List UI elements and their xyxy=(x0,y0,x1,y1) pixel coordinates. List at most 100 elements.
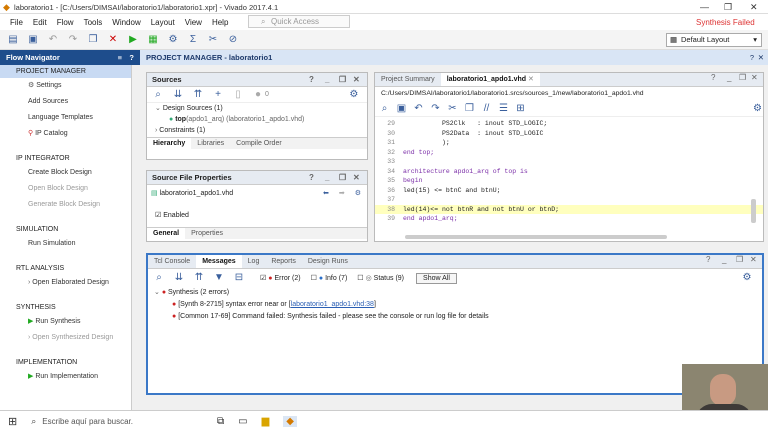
menu-window[interactable]: Window xyxy=(112,18,140,27)
message-group-synthesis[interactable]: ⌄ ● Synthesis (2 errors) xyxy=(148,287,762,299)
gear-icon[interactable]: ⚙ xyxy=(347,88,361,102)
undo-icon[interactable]: ↶ xyxy=(46,33,60,47)
file-explorer-icon[interactable]: ▆ xyxy=(262,416,270,427)
copy-icon[interactable]: ❐ xyxy=(464,102,475,116)
filter-icon[interactable]: ▼ xyxy=(212,271,226,285)
disconnect-icon[interactable]: ⊘ xyxy=(226,33,240,47)
menu-tools[interactable]: Tools xyxy=(84,18,103,27)
tab-messages[interactable]: Messages xyxy=(196,255,242,268)
undo-icon[interactable]: ↶ xyxy=(413,102,424,116)
gear-icon[interactable]: ⚙ xyxy=(355,189,361,197)
tree-top-module[interactable]: ● top(apdo1_arq) (laboratorio1_apdo1.vhd… xyxy=(147,114,367,125)
nav-generate-block-design[interactable]: Generate Block Design xyxy=(0,197,131,213)
error-checkbox[interactable]: ☑ xyxy=(260,274,266,282)
expand-all-icon[interactable]: ⇈ xyxy=(191,88,205,102)
cut-icon[interactable]: ✂ xyxy=(447,102,458,116)
minimize-icon[interactable]: _ xyxy=(727,73,731,82)
clear-icon[interactable]: ⊟ xyxy=(232,271,246,285)
enabled-checkbox[interactable]: ☑ xyxy=(155,212,161,219)
info-checkbox[interactable]: ☐ xyxy=(311,274,317,282)
message-item[interactable]: ● [Synth 8-2715] syntax error near or [l… xyxy=(148,299,762,311)
vertical-scrollbar[interactable] xyxy=(751,199,756,223)
add-icon[interactable]: + xyxy=(211,88,225,102)
search-icon[interactable]: ⌕ xyxy=(152,271,166,285)
close-icon[interactable]: ✕ xyxy=(750,255,757,264)
nav-create-block-design[interactable]: Create Block Design xyxy=(0,165,131,181)
code-editor[interactable]: 29 PS2Clk : inout STD_LOGIC; 30 PS2Data … xyxy=(375,117,763,223)
gear-icon[interactable]: ⚙ xyxy=(740,271,754,285)
help-icon[interactable]: ? xyxy=(309,73,314,87)
help-icon[interactable]: ? xyxy=(706,255,710,264)
section-project-manager[interactable]: PROJECT MANAGER xyxy=(0,65,131,78)
section-ip-integrator[interactable]: IP INTEGRATOR xyxy=(0,152,131,165)
tab-design-runs[interactable]: Design Runs xyxy=(302,255,354,268)
nav-ip-catalog[interactable]: ⚲ IP Catalog xyxy=(0,126,131,142)
close-icon[interactable]: ✕ xyxy=(758,50,764,65)
nav-run-implementation[interactable]: ▶ Run Implementation xyxy=(0,369,131,385)
help-icon[interactable]: ? xyxy=(750,50,754,65)
section-rtl-analysis[interactable]: RTL ANALYSIS xyxy=(0,262,131,275)
source-link[interactable]: laboratorio1_apdo1.vhd:38 xyxy=(291,301,374,308)
menu-layout[interactable]: Layout xyxy=(151,18,175,27)
collapse-all-icon[interactable]: ⇊ xyxy=(171,88,185,102)
section-simulation[interactable]: SIMULATION xyxy=(0,223,131,236)
windows-start-icon[interactable]: ⊞ xyxy=(8,415,17,428)
nav-settings[interactable]: ⚙ Settings xyxy=(0,78,131,94)
nav-run-synthesis[interactable]: ▶ Run Synthesis xyxy=(0,314,131,330)
search-icon[interactable]: ⌕ xyxy=(379,102,390,116)
insert-template-icon[interactable]: ⊞ xyxy=(515,102,526,116)
maximize-icon[interactable]: ❐ xyxy=(724,2,732,13)
list-icon[interactable]: ☰ xyxy=(498,102,509,116)
close-icon[interactable]: ✕ xyxy=(750,2,758,13)
restore-icon[interactable]: ❐ xyxy=(339,171,346,185)
horizontal-scrollbar[interactable] xyxy=(405,235,667,239)
minimize-icon[interactable]: — xyxy=(700,2,709,12)
search-icon[interactable]: ⌕ xyxy=(31,416,36,427)
save-icon[interactable]: ▣ xyxy=(26,33,40,47)
help-icon[interactable]: ? xyxy=(129,50,134,65)
redo-icon[interactable]: ↷ xyxy=(430,102,441,116)
document-icon[interactable]: ▯ xyxy=(231,88,245,102)
collapse-icon[interactable]: ≡ xyxy=(118,50,122,65)
cut-icon[interactable]: ✂ xyxy=(206,33,220,47)
comment-icon[interactable]: // xyxy=(481,102,492,116)
menu-file[interactable]: File xyxy=(10,18,23,27)
close-tab-icon[interactable]: ✕ xyxy=(528,76,534,83)
nav-open-synthesized-design[interactable]: › Open Synthesized Design xyxy=(0,330,131,346)
copy-icon[interactable]: ❐ xyxy=(86,33,100,47)
nav-open-elaborated-design[interactable]: › Open Elaborated Design xyxy=(0,275,131,291)
save-icon[interactable]: ▣ xyxy=(396,102,407,116)
forward-arrow-icon[interactable]: ➡ xyxy=(339,189,345,197)
close-icon[interactable]: ✕ xyxy=(353,171,360,185)
close-icon[interactable]: ✕ xyxy=(353,73,360,87)
collapse-all-icon[interactable]: ⇊ xyxy=(172,271,186,285)
tab-libraries[interactable]: Libraries xyxy=(191,138,230,149)
nav-run-simulation[interactable]: Run Simulation xyxy=(0,236,131,252)
delete-icon[interactable]: ✕ xyxy=(106,33,120,47)
store-icon[interactable]: ▭ xyxy=(238,416,247,427)
layout-select[interactable]: ▦ Default Layout ▾ xyxy=(666,33,762,47)
settings-icon[interactable]: ⚙ xyxy=(166,33,180,47)
sum-icon[interactable]: Σ xyxy=(186,33,200,47)
tab-general[interactable]: General xyxy=(147,228,186,239)
program-icon[interactable]: ▦ xyxy=(146,33,160,47)
tab-vhd-file[interactable]: laboratorio1_apdo1.vhd ✕ xyxy=(440,73,540,86)
tab-hierarchy[interactable]: Hierarchy xyxy=(147,138,192,149)
minimize-icon[interactable]: _ xyxy=(325,171,329,185)
tab-log[interactable]: Log xyxy=(242,255,266,268)
close-icon[interactable]: ✕ xyxy=(751,73,758,82)
message-item[interactable]: ● [Common 17-69] Command failed: Synthes… xyxy=(148,311,762,323)
tree-design-sources[interactable]: ⌄ Design Sources (1) xyxy=(147,103,367,114)
restore-icon[interactable]: ❐ xyxy=(739,73,746,82)
task-view-icon[interactable]: ⧉ xyxy=(217,416,224,427)
menu-help[interactable]: Help xyxy=(212,18,228,27)
restore-icon[interactable]: ❐ xyxy=(736,255,743,264)
tab-project-summary[interactable]: Project Summary xyxy=(375,73,441,86)
minimize-icon[interactable]: _ xyxy=(722,255,726,264)
tab-tcl-console[interactable]: Tcl Console xyxy=(148,255,196,268)
vivado-taskbar-icon[interactable]: ◆ xyxy=(283,416,297,427)
tab-properties[interactable]: Properties xyxy=(185,228,229,239)
open-project-icon[interactable]: ▤ xyxy=(6,33,20,47)
section-implementation[interactable]: IMPLEMENTATION xyxy=(0,356,131,369)
nav-language-templates[interactable]: Language Templates xyxy=(0,110,131,126)
